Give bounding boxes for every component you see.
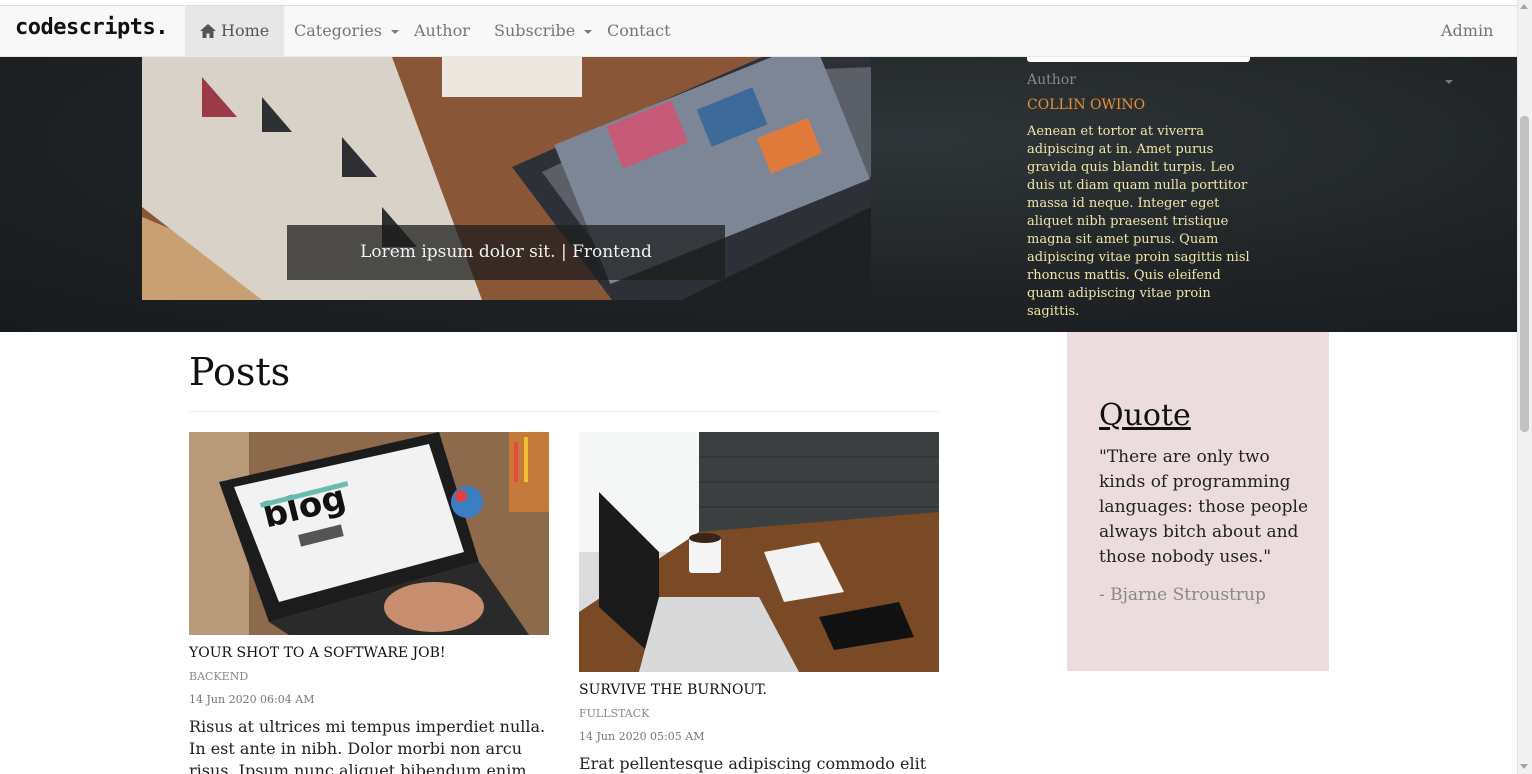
chevron-down-icon xyxy=(391,29,400,34)
hero-caption[interactable]: Lorem ipsum dolor sit. | Frontend xyxy=(287,225,725,280)
quote-text: "There are only two kinds of programming… xyxy=(1099,447,1309,567)
post-image[interactable] xyxy=(579,432,939,672)
chevron-down-icon xyxy=(1445,79,1453,84)
home-icon xyxy=(200,8,216,58)
nav-author[interactable]: Author xyxy=(399,6,485,56)
post-category[interactable]: FULLSTACK xyxy=(579,707,649,720)
nav-categories-label: Categories xyxy=(294,21,382,40)
post-title[interactable]: SURVIVE THE BURNOUT. xyxy=(579,682,767,698)
top-navbar: codescripts. Home Categories Author Subs… xyxy=(0,6,1517,84)
nav-subscribe-label: Subscribe xyxy=(494,21,576,40)
posts-heading: Posts xyxy=(189,350,291,394)
post-excerpt: Erat pellentesque adipiscing commodo eli… xyxy=(579,754,927,773)
nav-contact[interactable]: Contact xyxy=(592,6,686,56)
nav-home[interactable]: Home xyxy=(185,6,285,58)
author-name[interactable]: COLLIN OWINO xyxy=(1027,97,1145,113)
author-label: Author xyxy=(1027,72,1076,88)
author-bio: Aenean et tortor at viverra adipiscing a… xyxy=(1027,124,1250,319)
scroll-up-arrow-icon[interactable] xyxy=(1520,4,1528,9)
quote-author: - Bjarne Stroustrup xyxy=(1099,585,1266,605)
nav-admin[interactable]: Admin xyxy=(1426,6,1517,84)
nav-admin-label: Admin xyxy=(1441,21,1494,40)
blog-laptop-image: blog xyxy=(189,432,549,635)
brand-logo[interactable]: codescripts. xyxy=(15,15,168,40)
quote-heading: Quote xyxy=(1099,398,1191,433)
nav-categories[interactable]: Categories xyxy=(279,6,414,56)
nav-subscribe[interactable]: Subscribe xyxy=(479,6,607,56)
scrollbar-thumb[interactable] xyxy=(1520,116,1529,432)
post-category[interactable]: BACKEND xyxy=(189,670,248,683)
posts-divider xyxy=(189,411,939,412)
coffee-laptop-image xyxy=(579,432,939,672)
post-date: 14 Jun 2020 06:04 AM xyxy=(189,693,315,706)
post-image[interactable]: blog xyxy=(189,432,549,635)
nav-home-label: Home xyxy=(221,21,270,40)
post-title[interactable]: YOUR SHOT TO A SOFTWARE JOB! xyxy=(189,645,446,661)
post-date: 14 Jun 2020 05:05 AM xyxy=(579,730,705,743)
post-excerpt: Risus at ultrices mi tempus imperdiet nu… xyxy=(189,717,546,774)
nav-author-label: Author xyxy=(414,21,470,40)
nav-contact-label: Contact xyxy=(607,21,671,40)
scroll-down-arrow-icon[interactable] xyxy=(1520,764,1528,769)
